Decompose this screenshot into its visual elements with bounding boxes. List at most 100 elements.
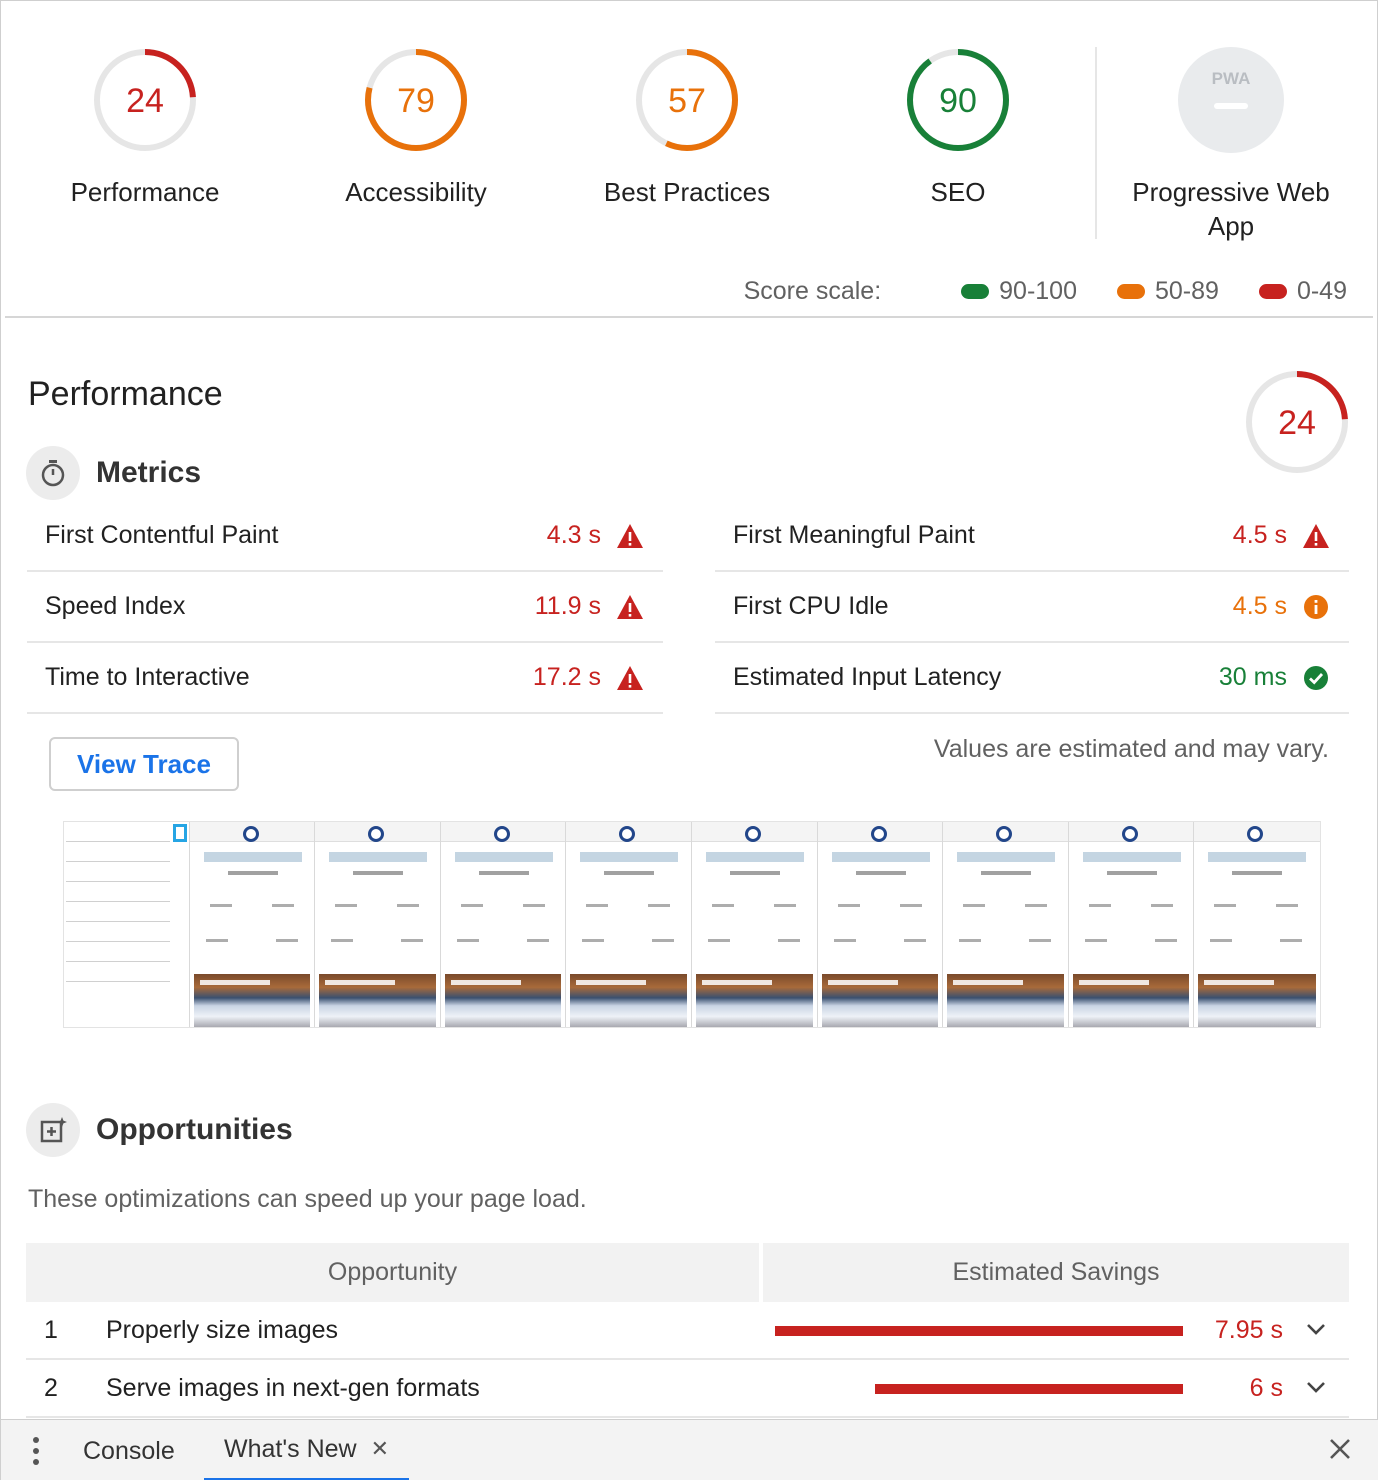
metric-value: 17.2 s [532,663,601,691]
savings-bar [775,1326,1183,1336]
opportunities-description: These optimizations can speed up your pa… [28,1185,587,1213]
score-label: Accessibility [345,177,487,207]
score-value: 90 [939,82,977,120]
metric-name: Time to Interactive [45,663,250,691]
lighthouse-report: 24 Performance 79 Accessibility 57 Best … [0,0,1378,1480]
performance-section-title: Performance [28,375,223,413]
opportunity-number: 1 [44,1315,58,1344]
fail-pill-icon [1258,284,1287,299]
more-options-icon[interactable] [31,1436,41,1471]
score-label: Progressive Web App [1132,177,1330,241]
opportunity-row[interactable]: 2 Serve images in next-gen formats 6 s [26,1360,1349,1418]
score-scale-label: Score scale: [743,277,882,305]
filmstrip-frame [440,822,567,1027]
metric-value: 11.9 s [534,592,601,620]
tab-console[interactable]: Console [83,1420,175,1480]
metrics-header: Metrics [26,446,201,500]
warning-triangle-icon [615,663,645,693]
gauge-ring: 79 [365,49,467,151]
metric-first-contentful-paint: First Contentful Paint 4.3 s [27,501,663,572]
score-scale-legend: Score scale: 90-100 50-89 0-49 [744,277,1347,306]
tab-whats-new[interactable]: What's New ✕ [204,1420,410,1480]
metric-first-meaningful-paint: First Meaningful Paint 4.5 s [715,501,1349,572]
savings-value: 7.95 s [1214,1315,1283,1344]
warning-triangle-icon [615,592,645,622]
warning-triangle-icon [1301,521,1331,551]
info-circle-icon [1301,592,1331,622]
score-label: SEO [930,177,986,207]
savings-value: 6 s [1249,1373,1283,1402]
metric-value: 4.5 s [1232,592,1287,620]
metric-speed-index: Speed Index 11.9 s [27,572,663,643]
scale-range-label: 0-49 [1296,277,1347,305]
chevron-down-icon[interactable] [1305,1376,1327,1403]
opportunity-sparkle-icon [26,1103,80,1157]
opportunities-title: Opportunities [96,1113,293,1146]
metric-value: 4.3 s [546,521,601,549]
gauge-ring: 24 [1246,371,1348,473]
filmstrip-frame [1068,822,1195,1027]
opportunity-number: 2 [44,1373,58,1402]
gauge-ring: 24 [94,49,196,151]
filmstrip-frame [315,822,441,1027]
score-label: Performance [70,177,220,207]
filmstrip-frame [1194,822,1320,1027]
opportunities-header: Opportunities [26,1103,293,1157]
tab-label: What's New [224,1434,357,1463]
filmstrip-frame [943,822,1069,1027]
close-tab-icon[interactable]: ✕ [371,1436,389,1462]
score-value: 79 [397,82,435,120]
metric-value: 4.5 s [1232,521,1287,549]
metric-estimated-input-latency: Estimated Input Latency 30 ms [715,643,1349,714]
filmstrip-frame [64,822,190,1027]
score-gauge-performance[interactable]: 24 Performance [35,47,255,209]
metric-name: First Contentful Paint [45,521,279,549]
score-gauge-pwa[interactable]: PWA Progressive Web App [1121,47,1341,243]
pwa-badge-icon: PWA [1178,47,1284,153]
gauge-divider [1095,47,1097,239]
opportunity-row[interactable]: 1 Properly size images 7.95 s [26,1302,1349,1360]
column-header-opportunity: Opportunity [26,1243,759,1302]
filmstrip-frame [189,822,316,1027]
savings-bar [875,1384,1183,1394]
filmstrip-frame [691,822,818,1027]
pass-pill-icon [961,284,990,299]
score-gauge-accessibility[interactable]: 79 Accessibility [306,47,526,209]
metric-value: 30 ms [1218,663,1287,691]
scale-range-label: 50-89 [1155,277,1219,305]
pwa-badge-text: PWA [1212,69,1251,88]
chevron-down-icon[interactable] [1305,1318,1327,1345]
tab-label: Console [83,1436,175,1465]
filmstrip [63,821,1321,1028]
metrics-column-left: First Contentful Paint 4.3 s Speed Index… [27,501,663,714]
score-gauge-seo[interactable]: 90 SEO [848,47,1068,209]
metric-name: First Meaningful Paint [733,521,975,549]
table-header: Opportunity Estimated Savings [26,1243,1349,1302]
scale-range-fail: 0-49 [1258,277,1347,306]
check-circle-icon [1301,663,1331,693]
stopwatch-icon [26,446,80,500]
metric-name: Speed Index [45,592,186,620]
score-value: 57 [668,82,706,120]
close-icon[interactable] [1327,1436,1353,1467]
average-pill-icon [1117,284,1145,299]
score-value: 24 [1278,404,1316,442]
estimate-note: Values are estimated and may vary. [933,735,1329,763]
filmstrip-frame [817,822,944,1027]
gauge-ring: 90 [907,49,1009,151]
header-divider [5,316,1373,318]
warning-triangle-icon [615,521,645,551]
view-trace-button[interactable]: View Trace [49,737,239,791]
column-header-estimated-savings: Estimated Savings [763,1243,1349,1302]
gauge-ring: 57 [636,49,738,151]
score-gauge-best-practices[interactable]: 57 Best Practices [577,47,797,209]
scale-range-pass: 90-100 [961,277,1077,306]
metric-name: First CPU Idle [733,592,889,620]
opportunities-table: Opportunity Estimated Savings 1 Properly… [26,1243,1349,1418]
scale-range-label: 90-100 [999,277,1077,305]
score-label: Best Practices [603,177,771,207]
metrics-title: Metrics [96,456,202,489]
score-value: 24 [126,82,164,120]
filmstrip-frame [566,822,692,1027]
metrics-column-right: First Meaningful Paint 4.5 s First CPU I… [715,501,1349,714]
